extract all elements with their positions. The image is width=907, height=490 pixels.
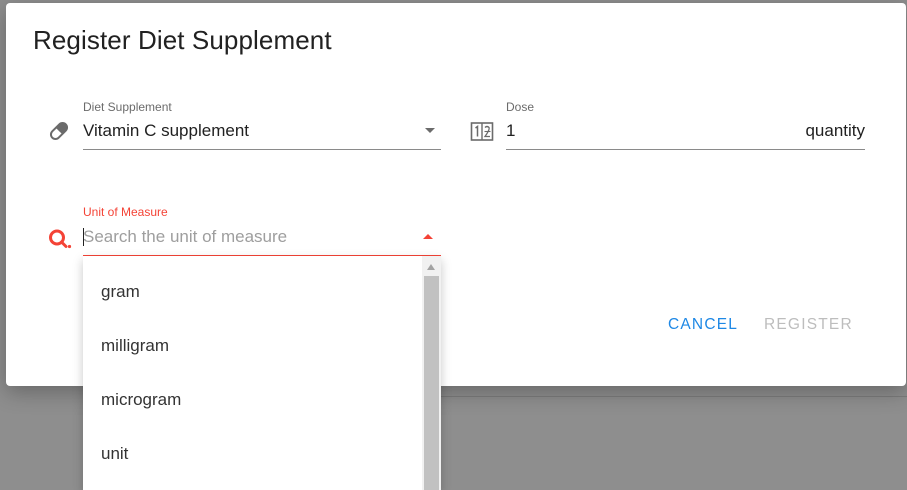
diet-supplement-value: Vitamin C supplement: [83, 121, 249, 140]
chevron-down-icon[interactable]: [425, 128, 435, 133]
dropdown-scrollbar[interactable]: [422, 256, 441, 490]
chevron-up-icon[interactable]: [423, 234, 433, 239]
scroll-up-arrow-icon[interactable]: [427, 264, 435, 270]
number-icon: [470, 121, 494, 148]
dose-field[interactable]: Dose 1 quantity: [506, 100, 865, 150]
dose-suffix: quantity: [805, 121, 865, 140]
register-button[interactable]: REGISTER: [758, 311, 859, 339]
cancel-button[interactable]: CANCEL: [662, 311, 744, 339]
dose-label: Dose: [506, 100, 535, 114]
pill-icon: [47, 119, 71, 148]
unit-options-dropdown: gram milligram microgram unit: [83, 256, 441, 490]
option-unit[interactable]: unit: [83, 427, 440, 481]
option-microgram[interactable]: microgram: [83, 373, 440, 427]
dialog-title: Register Diet Supplement: [33, 25, 332, 55]
dose-value[interactable]: 1: [506, 121, 515, 141]
option-gram[interactable]: gram: [83, 265, 440, 319]
option-milligram[interactable]: milligram: [83, 319, 440, 373]
diet-supplement-label: Diet Supplement: [83, 100, 172, 114]
text-cursor: [83, 228, 84, 246]
diet-supplement-select[interactable]: Diet Supplement Vitamin C supplement: [83, 100, 441, 150]
dose-underline: [506, 149, 865, 150]
search-icon: [47, 227, 73, 256]
scrollbar-thumb[interactable]: [424, 276, 439, 490]
unit-of-measure-label: Unit of Measure: [83, 205, 168, 219]
unit-of-measure-field[interactable]: Unit of Measure: [83, 205, 441, 257]
diet-supplement-underline: [83, 149, 441, 150]
background-divider: [440, 396, 907, 397]
unit-search-input[interactable]: [83, 225, 413, 249]
